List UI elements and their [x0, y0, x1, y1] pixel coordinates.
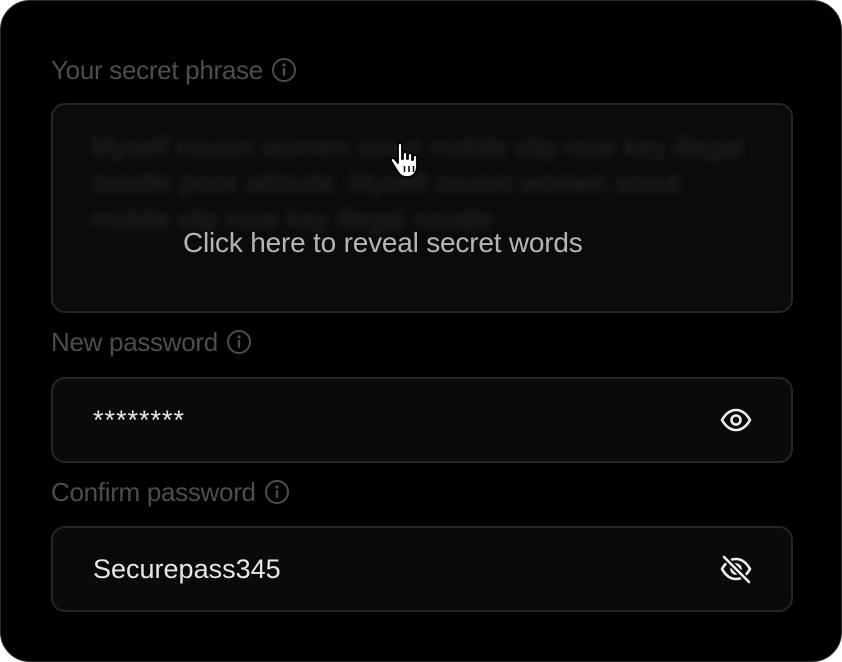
info-icon[interactable]: [226, 329, 252, 355]
eye-off-icon[interactable]: [719, 553, 753, 585]
hand-pointer-icon: [389, 142, 418, 178]
password-form-card: Your secret phrase Myself cousin women s…: [0, 0, 842, 662]
secret-phrase-label: Your secret phrase: [51, 54, 263, 85]
reveal-overlay: [53, 105, 791, 311]
eye-icon[interactable]: [719, 404, 753, 436]
secret-phrase-label-row: Your secret phrase: [51, 54, 297, 86]
info-icon[interactable]: [264, 479, 290, 505]
confirm-password-label-row: Confirm password: [51, 476, 290, 508]
new-password-label-row: New password: [51, 326, 252, 358]
new-password-input[interactable]: [93, 379, 693, 461]
new-password-label: New password: [51, 326, 218, 357]
confirm-password-input[interactable]: [93, 528, 693, 610]
confirm-password-field: [51, 526, 793, 612]
new-password-field: [51, 377, 793, 463]
secret-phrase-reveal-box[interactable]: Myself cousin women scout mobile clip ro…: [51, 103, 793, 313]
confirm-password-label: Confirm password: [51, 476, 256, 507]
info-icon[interactable]: [271, 57, 297, 83]
reveal-secret-words-prompt[interactable]: Click here to reveal secret words: [183, 227, 583, 259]
